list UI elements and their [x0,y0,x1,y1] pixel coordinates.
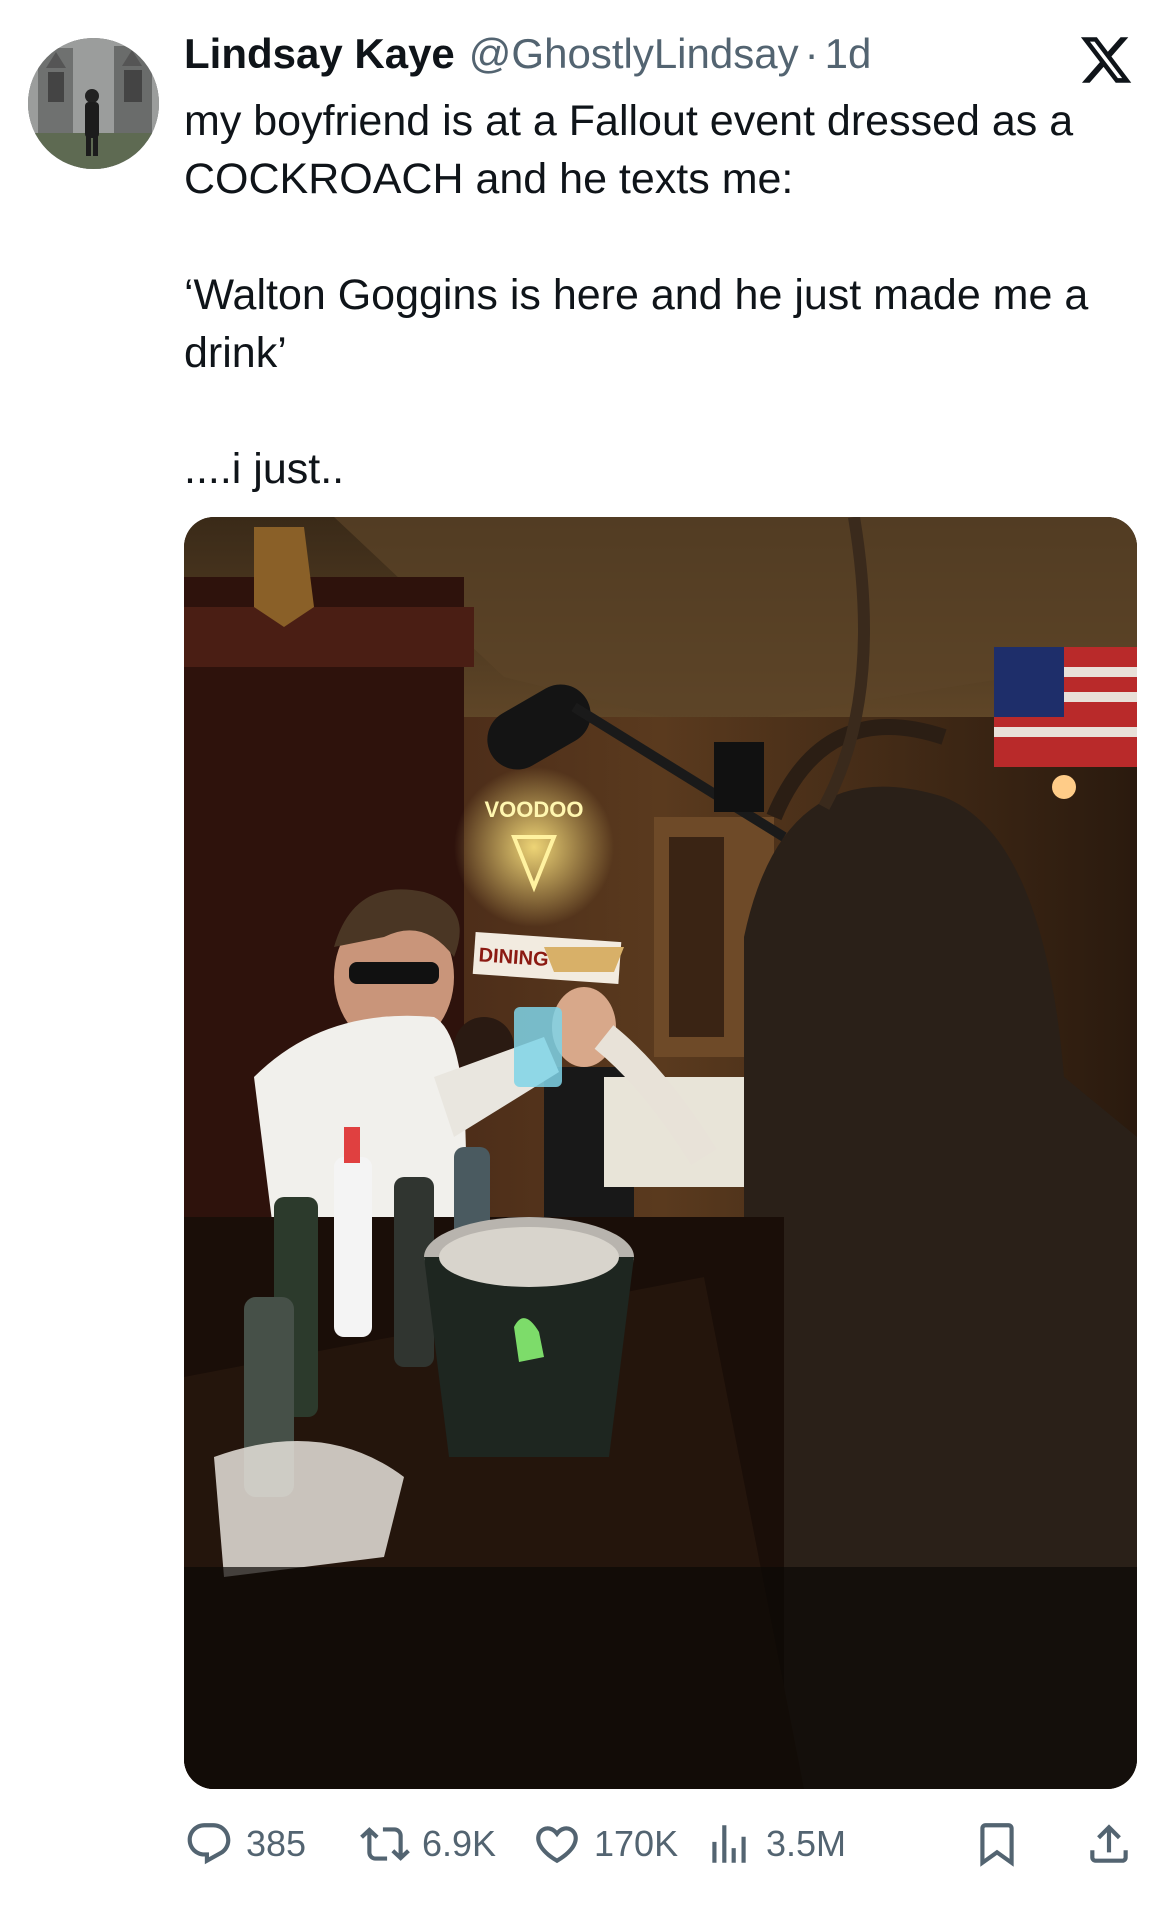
share-button[interactable] [1084,1812,1134,1876]
retweet-count: 6.9K [422,1823,497,1864]
x-logo-icon [1080,37,1132,83]
tweet-actions: 385 6.9K 170K 3.5M [184,1812,1144,1876]
views-icon [712,1825,746,1863]
retweet-icon [360,1827,410,1861]
neon-sign-text: VOODOO [484,797,583,822]
author-handle[interactable]: @GhostlyLindsay [469,30,799,78]
bookmark-icon [980,1823,1014,1867]
tweet-text: my boyfriend is at a Fallout event dress… [184,92,1144,498]
bar-scene-photo: VOODOO DINING ROOM [184,517,1137,1789]
tweet-text-line-1: my boyfriend is at a Fallout event dress… [184,97,1074,203]
like-button[interactable]: 170K [532,1812,678,1876]
reply-button[interactable]: 385 [184,1812,306,1876]
separator-dot: · [804,30,819,77]
author-avatar[interactable] [28,38,159,169]
views-button[interactable]: 3.5M [704,1812,846,1876]
views-count: 3.5M [766,1823,847,1864]
retweet-button[interactable]: 6.9K [360,1812,496,1876]
heart-icon [536,1826,578,1864]
reply-count: 385 [246,1823,307,1864]
tweet-header: Lindsay Kaye @GhostlyLindsay · 1d [184,30,871,82]
tweet-text-line-2: ‘Walton Goggins is here and he just made… [184,271,1089,377]
avatar-photo [28,38,159,169]
tweet-text-line-3: ....i just.. [184,445,345,493]
tweet-photo[interactable]: VOODOO DINING ROOM [184,517,1137,1789]
author-name[interactable]: Lindsay Kaye [184,30,455,78]
timestamp[interactable]: 1d [825,30,872,78]
reply-icon [187,1823,231,1865]
share-icon [1090,1824,1128,1863]
bookmark-button[interactable] [972,1812,1022,1876]
like-count: 170K [594,1823,679,1864]
tweet: Lindsay Kaye @GhostlyLindsay · 1d my boy… [0,0,1170,1907]
